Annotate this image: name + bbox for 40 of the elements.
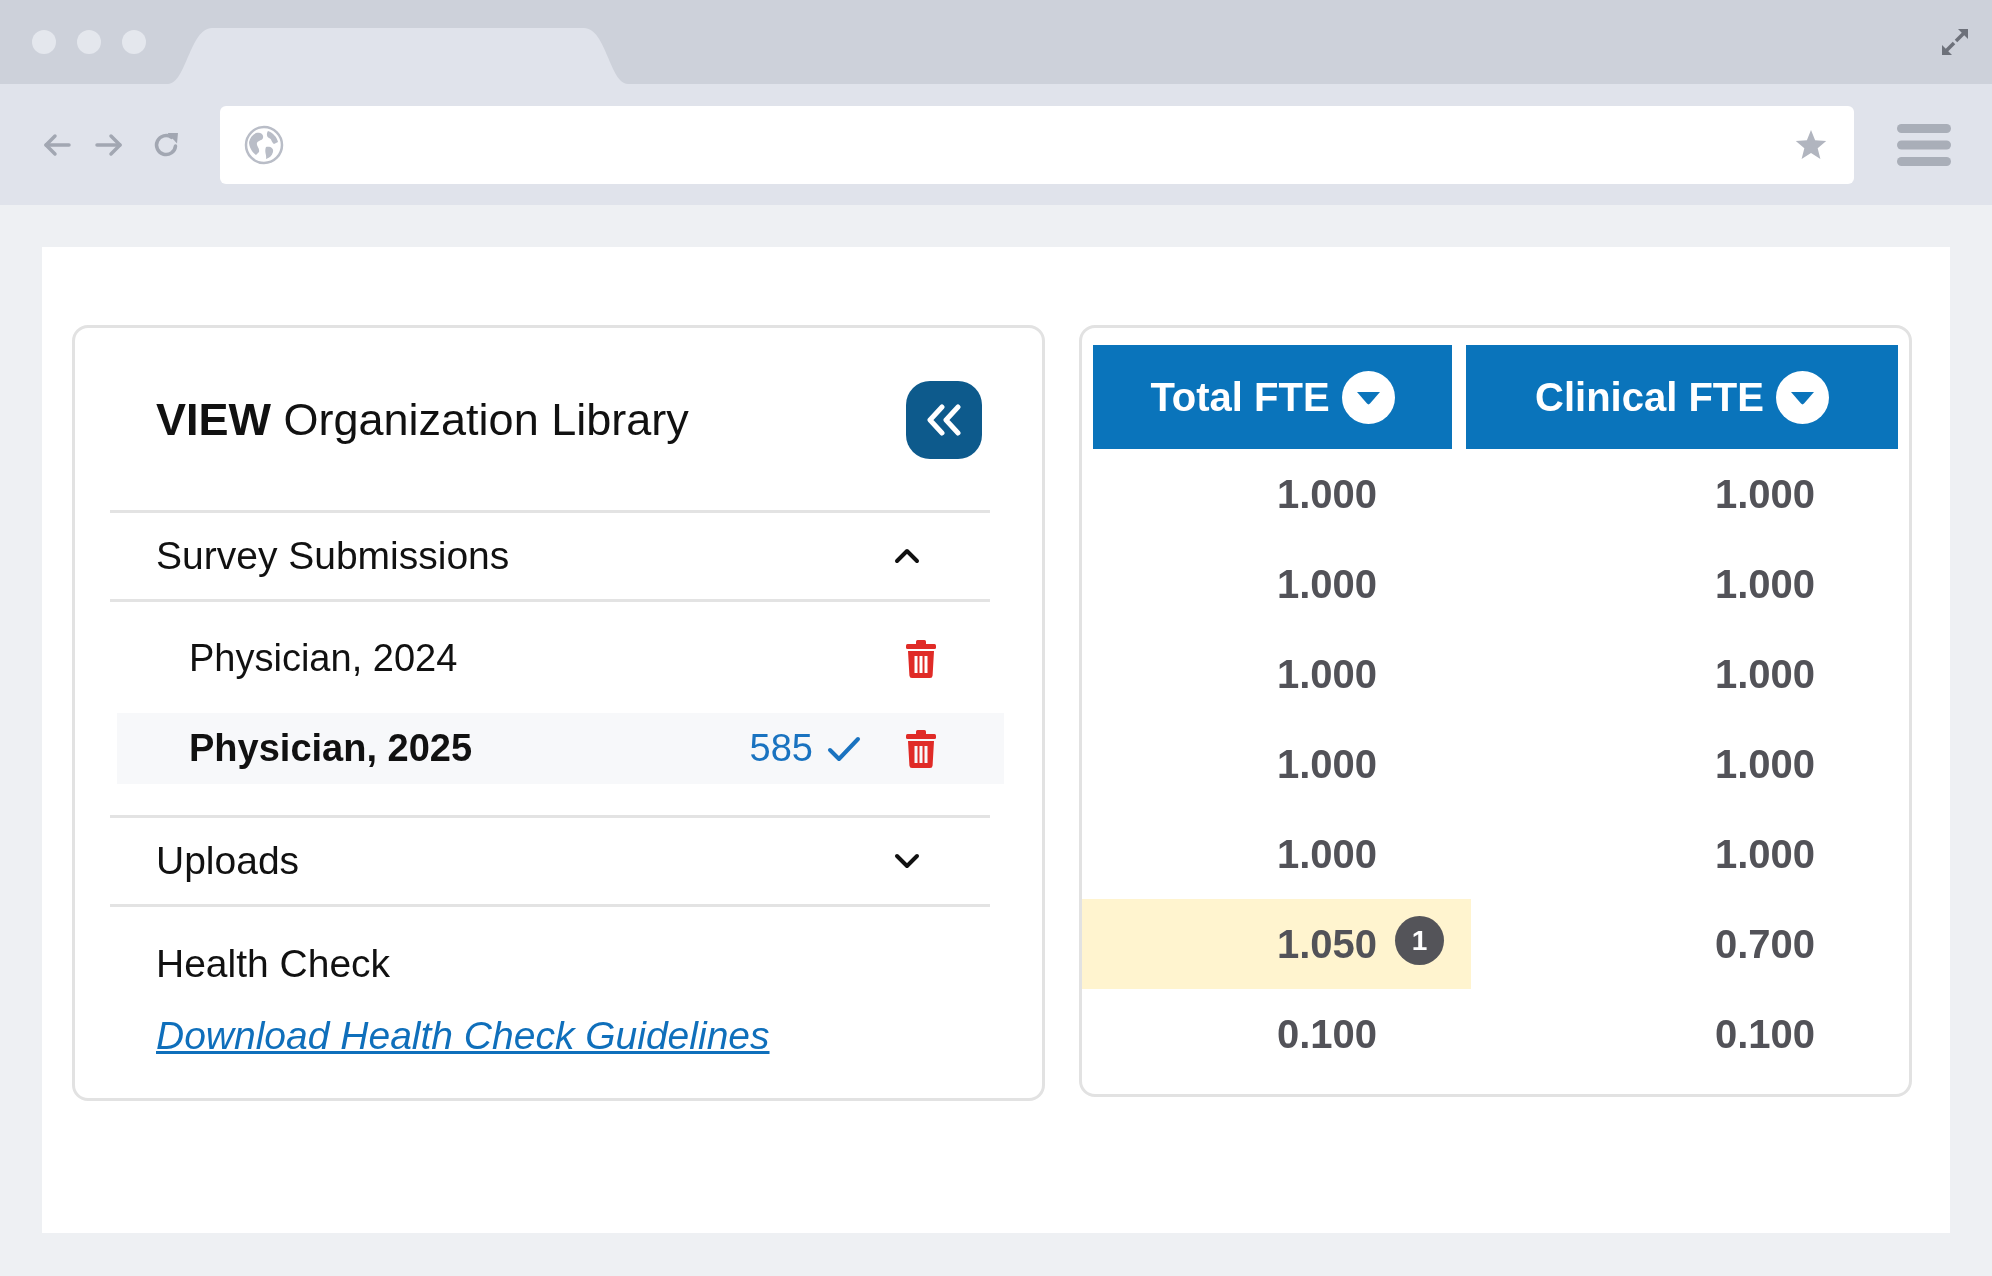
section-heading: Health Check xyxy=(156,942,391,987)
submission-row[interactable]: Physician, 2025 585 xyxy=(117,713,1004,784)
table-cell-text: 1.000 xyxy=(1275,831,1378,878)
response-count: 585 xyxy=(749,726,813,771)
trash-icon[interactable] xyxy=(906,729,936,768)
guidelines-link[interactable]: Download Health Check Guidelines xyxy=(156,1013,770,1059)
table-cell-text: 1.000 xyxy=(1713,741,1816,788)
down-caret-circle-icon[interactable] xyxy=(1775,370,1829,424)
table-cell-text: 1.000 xyxy=(1713,651,1816,698)
table-cell-text: 1.000 xyxy=(1713,561,1816,608)
submission-row[interactable]: Physician, 2024 xyxy=(117,623,1004,694)
forward-arrow-icon[interactable] xyxy=(95,132,123,157)
collapse-button[interactable] xyxy=(906,381,982,459)
submission-name: Physician, 2025 xyxy=(189,726,474,771)
table-cell-text: 0.100 xyxy=(1275,1011,1378,1058)
section-heading[interactable]: Survey Submissions xyxy=(156,533,510,579)
reload-icon[interactable] xyxy=(152,130,180,159)
trash-icon[interactable] xyxy=(906,639,936,678)
table-cell-text: 1.000 xyxy=(1713,471,1816,518)
submission-name: Physician, 2024 xyxy=(189,636,459,681)
column-header[interactable]: Total FTE xyxy=(1093,345,1452,449)
chevron-down-icon[interactable] xyxy=(894,853,920,869)
double-chevron-left-icon xyxy=(926,404,962,436)
table-cell-text: 1.000 xyxy=(1275,741,1378,788)
expand-icon[interactable] xyxy=(1939,26,1971,58)
section-heading[interactable]: Uploads xyxy=(156,838,300,884)
chevron-up-icon[interactable] xyxy=(894,548,920,564)
column-header[interactable]: Clinical FTE xyxy=(1466,345,1898,449)
table-cell-text: 1.000 xyxy=(1275,471,1378,518)
menu-icon[interactable] xyxy=(1897,123,1951,166)
table-cell-text: 0.100 xyxy=(1713,1011,1816,1058)
back-arrow-icon[interactable] xyxy=(43,132,71,157)
panel-title: VIEW Organization Library xyxy=(156,393,689,447)
address-field[interactable] xyxy=(220,105,1854,184)
table-cell-text: 1.000 xyxy=(1275,561,1378,608)
globe-icon xyxy=(244,124,284,165)
down-caret-circle-icon[interactable] xyxy=(1341,370,1395,424)
table-cell-text: 1.000 xyxy=(1275,651,1378,698)
table-cell-text: 0.700 xyxy=(1713,921,1816,968)
table-cell-text: 1.000 xyxy=(1713,831,1816,878)
